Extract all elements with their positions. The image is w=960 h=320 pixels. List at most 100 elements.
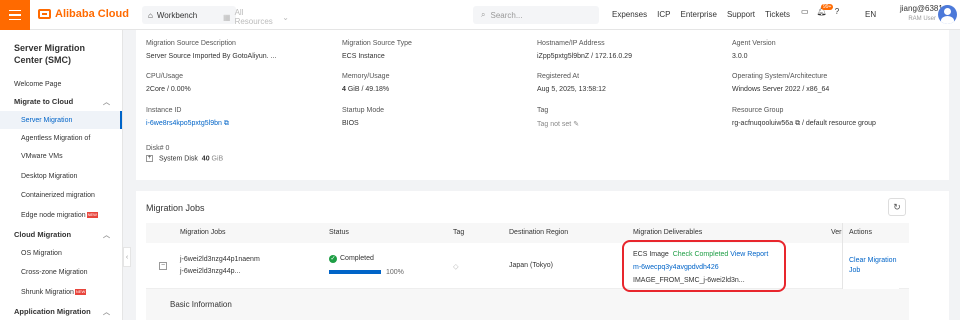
sidebar-item-agentless-migration[interactable]: Agentless Migration of [0,129,122,147]
cloud-shell-icon[interactable]: ▭ [801,7,809,16]
resource-group-id: rg-acfnuqooluiw56a [732,120,794,127]
status-text: Completed [340,255,374,262]
startup-mode-field: Startup Mode BIOS [342,107,384,127]
workbench-label: Workbench [156,10,198,20]
field-value: Aug 5, 2025, 13:58:12 [537,86,606,93]
sidebar-item-edge-node-migration[interactable]: Edge node migration NEW [0,206,122,224]
field-label: CPU/Usage [146,73,183,80]
field-label: Registered At [537,73,580,80]
sidebar-item-os-migration[interactable]: OS Migration [0,244,122,262]
alibaba-cloud-logo[interactable]: Alibaba Cloud [38,8,129,20]
instance-id-text: i-6we8rs4kpo5pxtg5l9bn [146,120,222,127]
migration-source-card: Migration Source Description Server Sour… [136,30,949,180]
jobs-table-header: Migration Jobs Status Tag Destination Re… [146,223,909,243]
sidebar-item-label: Migrate to Cloud [14,96,74,106]
language-switch[interactable]: EN [865,10,876,19]
sidebar-collapse-handle[interactable]: ‹ [123,247,131,267]
destination-region: Japan (Tokyo) [509,262,553,269]
workbench-button[interactable]: ⌂ Workbench [142,6,236,24]
instance-id-link[interactable]: i-6we8rs4kpo5pxtg5l9bn ⧉ [146,120,229,128]
check-circle-icon: ✓ [329,255,337,263]
search-placeholder: Search... [490,10,523,20]
disk-field: Disk# 0 + System Disk 40 GiB [146,145,223,162]
field-label: Memory/Usage [342,73,390,80]
sidebar-item-label: Agentless Migration of [21,134,91,142]
logo-text: Alibaba Cloud [55,8,129,20]
sidebar-item-label: Edge node migration [21,211,86,219]
sidebar-group-cloud-migration[interactable]: Cloud Migration ︿ [0,225,122,243]
field-label: Operating System/Architecture [732,73,828,80]
disk-row: + System Disk 40 GiB [146,155,223,162]
all-resources-dropdown[interactable]: ▦ All Resources ⌄ [223,8,289,26]
collapse-row-icon[interactable]: − [159,262,167,270]
field-label: Migration Source Type [342,40,412,47]
sidebar-item-label: OS Migration [21,249,62,257]
user-name: jiang@6381... [900,4,950,13]
column-header: Migration Deliverables [633,229,703,236]
home-icon: ⌂ [148,10,153,20]
disk-label: Disk# 0 [146,145,170,152]
avatar[interactable] [938,5,957,24]
top-links: Expenses ICP Enterprise Support Tickets [612,10,790,19]
sidebar-item-cross-zone-migration[interactable]: Cross-zone Migration [0,263,122,281]
expand-icon[interactable]: + [146,155,153,162]
resource-group-field: Resource Group rg-acfnuqooluiw56a ⧉ / de… [732,107,876,128]
sidebar-item-label: Desktop Migration [21,172,78,180]
job-id: j-6wei2ld3nzg44p1naenm [180,256,260,263]
column-header: Migration Jobs [180,229,226,236]
field-value: Tag not set ✎ [537,120,579,128]
field-label: Resource Group [732,107,784,114]
chevron-left-icon: ‹ [125,253,129,261]
support-link[interactable]: Support [727,10,755,19]
field-value: iZpp5pxtg5l9bnZ / 172.16.0.29 [537,53,632,60]
registered-at-field: Registered At Aug 5, 2025, 13:58:12 [537,73,606,93]
basic-information-section: Basic Information [146,289,909,320]
field-value: 4 GiB / 49.18% [342,86,389,93]
enterprise-link[interactable]: Enterprise [680,10,716,19]
hostname-ip-field: Hostname/IP Address iZpp5pxtg5l9bnZ / 17… [537,40,632,60]
tag-icon[interactable]: ⬦ [453,262,459,272]
clear-migration-job-link[interactable]: Clear Migration Job [849,256,899,276]
help-icon[interactable]: ? [835,7,839,16]
sidebar-item-welcome-page[interactable]: Welcome Page [0,75,122,93]
os-architecture-field: Operating System/Architecture Windows Se… [732,73,829,93]
sidebar-item-server-migration[interactable]: Server Migration [0,111,122,129]
progress-text: 100% [386,269,404,276]
copy-icon[interactable]: ⧉ [224,120,229,127]
table-row: − j-6wei2ld3nzg44p1naenm j-6wei2ld3nzg44… [146,243,909,289]
sidebar-item-label: VMware VMs [21,152,63,160]
sidebar-item-shrunk-migration[interactable]: Shrunk Migration NEW [0,283,122,301]
source-description-field: Migration Source Description Server Sour… [146,40,276,60]
hamburger-menu-icon[interactable] [0,0,30,30]
status-cell: ✓ Completed [329,255,374,263]
field-value: BIOS [342,120,359,127]
sidebar-group-application-migration[interactable]: Application Migration ︿ [0,302,122,320]
tag-value-text: Tag not set [537,121,572,128]
field-label: Hostname/IP Address [537,40,605,47]
tickets-link[interactable]: Tickets [765,10,790,19]
chevron-up-icon: ︿ [103,309,110,316]
column-header: Destination Region [509,229,569,236]
field-value: 3.0.0 [732,53,748,60]
expenses-link[interactable]: Expenses [612,10,647,19]
search-input[interactable]: ⌕ Search... [473,6,599,24]
user-info[interactable]: jiang@6381... RAM User [900,4,950,24]
edit-icon[interactable]: ✎ [573,121,579,128]
disk-size: 40 [201,155,210,163]
sidebar-item-label: Shrunk Migration [21,288,74,296]
field-value: ECS Instance [342,53,385,60]
sidebar-item-vmware-vms[interactable]: VMware VMs [0,147,122,165]
top-icons: ▭ 🔔︎ ? [801,7,839,16]
refresh-icon: ↻ [893,201,901,212]
sidebar-item-containerized-migration[interactable]: Containerized migration [0,186,122,204]
field-label: Migration Source Description [146,40,236,47]
sidebar-group-migrate-to-cloud[interactable]: Migrate to Cloud ︿ [0,92,122,110]
sidebar-item-desktop-migration[interactable]: Desktop Migration [0,167,122,185]
tag-field: Tag Tag not set ✎ [537,107,579,128]
field-label: Agent Version [732,40,776,47]
field-value: 2Core / 0.00% [146,86,191,93]
refresh-button[interactable]: ↻ [888,198,906,216]
icp-link[interactable]: ICP [657,10,670,19]
chevron-down-icon: ⌄ [282,12,289,22]
sidebar-item-label: Containerized migration [21,191,95,199]
